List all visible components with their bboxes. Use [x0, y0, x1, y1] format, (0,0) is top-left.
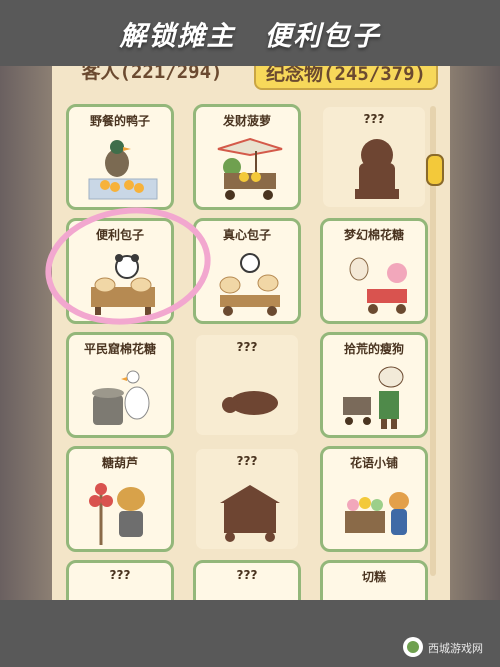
tab-bar: 客人(221/294) 纪念物(245/379)	[52, 66, 450, 92]
tab-guests[interactable]: 客人(221/294)	[62, 66, 242, 86]
bun-stall-icon	[219, 253, 280, 316]
vendor-name: 梦幻棉花糖	[343, 228, 404, 242]
game-screen: 客人(221/294) 纪念物(245/379) 野餐的鸭子 发财菠萝 ??? …	[52, 66, 450, 600]
vendor-name: ???	[236, 454, 258, 468]
vendor-card-6[interactable]: 梦幻棉花糖	[320, 218, 428, 324]
vendor-name: ???	[236, 568, 258, 582]
vendor-card-4[interactable]: 便利包子	[66, 218, 174, 324]
vendor-card-3[interactable]: ???	[320, 104, 428, 210]
vendor-name: ???	[109, 568, 131, 582]
vendor-card-7[interactable]: 平民窟棉花糖	[66, 332, 174, 438]
vendor-card-2[interactable]: 发财菠萝	[193, 104, 301, 210]
vendor-card-11[interactable]: ???	[193, 446, 301, 552]
pineapple-cart-icon	[217, 137, 283, 200]
vendor-name: ???	[236, 340, 258, 354]
vendor-name: 花语小铺	[349, 456, 398, 470]
vendor-card-9[interactable]: 拾荒的瘦狗	[320, 332, 428, 438]
vendor-name: 真心包子	[222, 228, 271, 242]
vendor-name: 平民窟棉花糖	[83, 342, 156, 356]
right-screen-edge	[450, 66, 500, 600]
banner-title: 解锁摊主 便利包子	[119, 21, 381, 52]
vendor-card-8[interactable]: ???	[193, 332, 301, 438]
goose-machine-icon	[92, 370, 150, 425]
tab-souvenirs[interactable]: 纪念物(245/379)	[254, 66, 438, 90]
vendor-name: 糖葫芦	[101, 456, 138, 470]
dog-cart-icon	[343, 366, 404, 429]
panda-bun-stall-icon	[91, 254, 155, 315]
vendor-name: 便利包子	[95, 228, 144, 242]
lion-silhouette-icon	[355, 139, 399, 199]
vendor-name: 发财菠萝	[222, 114, 271, 128]
vendor-card-13[interactable]: ???	[66, 560, 174, 600]
vendor-name: ???	[363, 112, 385, 126]
duck-picnic-icon	[88, 140, 158, 200]
vendor-name: 切糕	[361, 570, 386, 584]
cotton-candy-icon	[349, 257, 407, 314]
vendor-card-10[interactable]: 糖葫芦	[66, 446, 174, 552]
tent-silhouette-icon	[220, 485, 280, 542]
watermark-text: 西城游戏网	[428, 642, 483, 655]
lying-animal-silhouette-icon	[222, 391, 278, 415]
watermark: 西城游戏网	[400, 632, 500, 664]
vendor-name: 拾荒的瘦狗	[343, 342, 404, 356]
watermark-logo-icon	[403, 637, 423, 657]
vendor-card-12[interactable]: 花语小铺	[320, 446, 428, 552]
vendor-name: 野餐的鸭子	[89, 114, 150, 128]
flower-shop-icon	[345, 492, 409, 535]
left-screen-edge	[0, 66, 52, 600]
scrollbar-thumb[interactable]	[426, 154, 444, 186]
vendor-card-1[interactable]: 野餐的鸭子	[66, 104, 174, 210]
vendor-card-5[interactable]: 真心包子	[193, 218, 301, 324]
vendor-card-14[interactable]: ???	[193, 560, 301, 600]
candied-haws-icon	[89, 483, 145, 545]
vendor-card-15[interactable]: 切糕	[320, 560, 428, 600]
